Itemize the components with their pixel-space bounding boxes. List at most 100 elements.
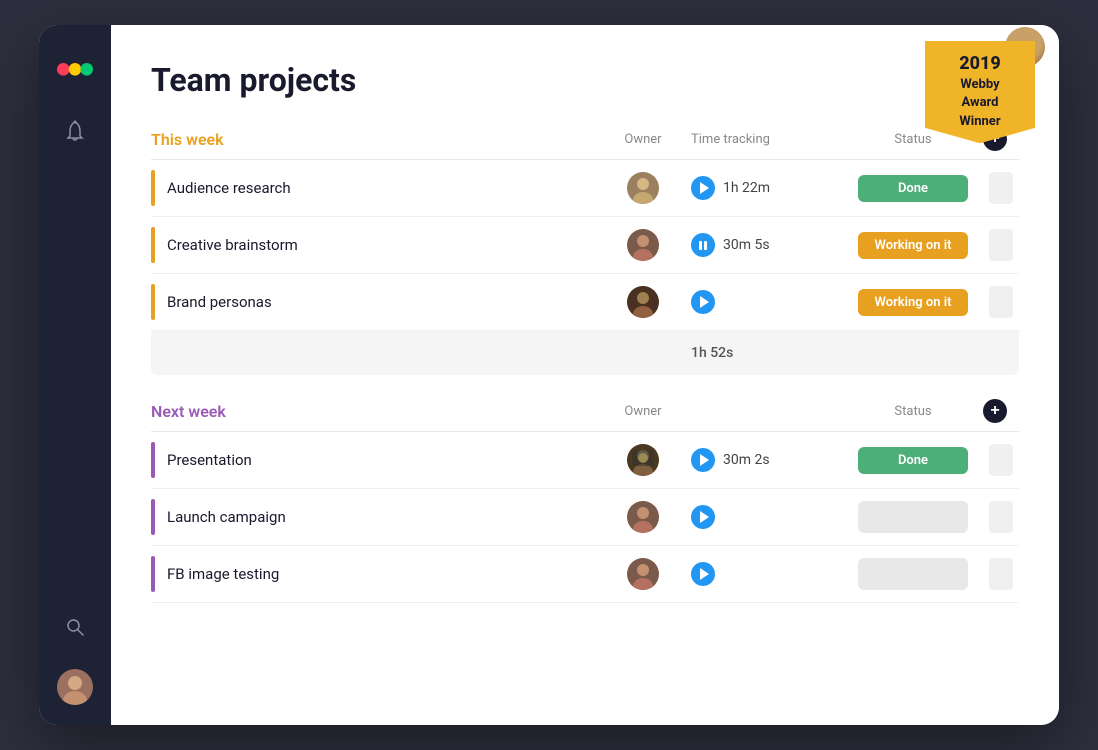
owner-cell [603,444,683,476]
task-name-cell: FB image testing [151,546,603,602]
time-cell: 1h 22m [683,176,843,200]
webby-year: 2019 [959,53,1001,75]
owner-cell [603,501,683,533]
task-name: Presentation [167,451,252,469]
table-row: Brand personas [151,274,1019,331]
next-week-title: Next week [151,402,603,421]
row-handle-cell [983,501,1019,533]
status-cell: Working on it [843,228,983,263]
row-handle-cell [983,558,1019,590]
play-icon [700,454,709,466]
owner-cell [603,558,683,590]
status-badge[interactable]: Working on it [858,289,968,316]
time-cell [683,505,843,529]
task-name: Brand personas [167,293,272,311]
row-handle [989,444,1013,476]
app-window: 2019 Webby Award Winner Team projects Th… [39,25,1059,725]
play-icon [700,568,709,580]
sidebar [39,25,111,725]
task-name: Audience research [167,179,291,197]
task-name: Creative brainstorm [167,236,298,254]
play-button[interactable] [691,562,715,586]
webby-line2: Award [962,95,999,112]
task-name-cell: Presentation [151,432,603,488]
task-name-cell: Brand personas [151,274,603,330]
next-week-section: Next week Owner Status + Presentation [151,399,1019,603]
total-row: 1h 52s [151,331,1019,375]
status-cell [843,497,983,537]
table-row: FB image testing [151,546,1019,603]
play-icon [700,511,709,523]
webby-ribbon: 2019 Webby Award Winner [925,41,1035,143]
row-border [151,227,155,263]
play-button[interactable] [691,505,715,529]
row-handle-cell [983,229,1019,261]
webby-award-banner: 2019 Webby Award Winner [925,41,1035,143]
row-border [151,284,155,320]
row-handle [989,172,1013,204]
owner-col-label-2: Owner [603,404,683,419]
status-cell: Done [843,171,983,206]
status-empty[interactable] [858,501,968,533]
time-cell [683,562,843,586]
time-cell: 30m 2s [683,448,843,472]
task-name-cell: Audience research [151,160,603,216]
avatar [627,286,659,318]
avatar [627,444,659,476]
pause-button[interactable] [691,233,715,257]
owner-col-label: Owner [603,132,683,147]
table-row: Audience research 1h 22m [151,160,1019,217]
play-button[interactable] [691,290,715,314]
status-cell: Working on it [843,285,983,320]
bell-icon[interactable] [57,113,93,149]
task-name-cell: Launch campaign [151,489,603,545]
time-value: 30m 2s [723,452,770,468]
play-button[interactable] [691,176,715,200]
row-border [151,499,155,535]
time-col-label: Time tracking [683,132,843,147]
pause-bar [699,241,702,250]
row-border [151,442,155,478]
status-badge[interactable]: Working on it [858,232,968,259]
time-value: 1h 22m [723,180,770,196]
row-border [151,170,155,206]
status-cell [843,554,983,594]
time-cell [683,290,843,314]
time-cell: 30m 5s [683,233,843,257]
row-handle-cell [983,286,1019,318]
table-row: Creative brainstorm [151,217,1019,274]
row-handle [989,229,1013,261]
add-next-week-button[interactable]: + [983,399,1007,423]
row-border [151,556,155,592]
total-time: 1h 52s [683,345,843,361]
avatar [627,229,659,261]
this-week-title: This week [151,130,603,149]
avatar [627,172,659,204]
owner-cell [603,286,683,318]
status-badge[interactable]: Done [858,175,968,202]
status-badge[interactable]: Done [858,447,968,474]
pause-bar [704,241,707,250]
status-col-label-2: Status [843,404,983,419]
row-handle-cell [983,172,1019,204]
play-button[interactable] [691,448,715,472]
table-row: Launch campaign [151,489,1019,546]
play-icon [700,296,709,308]
user-avatar[interactable] [57,669,93,705]
avatar [627,501,659,533]
webby-line1: Webby [960,77,999,94]
search-icon[interactable] [57,609,93,645]
status-empty[interactable] [858,558,968,590]
main-content: 2019 Webby Award Winner Team projects Th… [111,25,1059,725]
owner-cell [603,172,683,204]
task-name: FB image testing [167,565,279,583]
next-week-header: Next week Owner Status + [151,399,1019,432]
task-name: Launch campaign [167,508,286,526]
row-handle-cell [983,444,1019,476]
play-icon [700,182,709,194]
app-logo[interactable] [57,45,93,81]
page-title: Team projects [151,61,1019,99]
table-row: Presentation [151,432,1019,489]
owner-cell [603,229,683,261]
pause-icon [699,241,707,250]
